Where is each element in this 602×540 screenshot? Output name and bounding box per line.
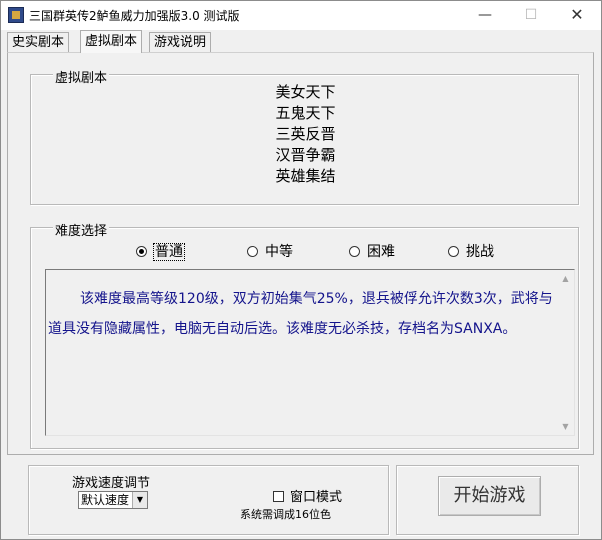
color-depth-hint: 系统需调成16位色 bbox=[240, 508, 331, 521]
scroll-up-arrow-icon[interactable]: ▲ bbox=[557, 270, 574, 287]
scenario-item[interactable]: 三英反晋 bbox=[31, 124, 580, 145]
radio-dot-icon bbox=[136, 246, 147, 257]
app-window: 三国群英传2鲈鱼威力加强版3.0 测试版 — ☐ ✕ 史实剧本 虚拟剧本 游戏说… bbox=[0, 0, 602, 540]
radio-dot-icon bbox=[247, 246, 258, 257]
title-bar: 三国群英传2鲈鱼威力加强版3.0 测试版 — ☐ ✕ bbox=[1, 1, 601, 30]
radio-label: 普通 bbox=[153, 243, 185, 261]
speed-label: 游戏速度调节 bbox=[72, 476, 151, 491]
scenario-item[interactable]: 英雄集结 bbox=[31, 166, 580, 187]
radio-dot-icon bbox=[349, 246, 360, 257]
scenario-item[interactable]: 汉晋争霸 bbox=[31, 145, 580, 166]
radio-label: 挑战 bbox=[466, 244, 494, 260]
speed-select-value: 默认速度 bbox=[81, 493, 130, 507]
tab-panel-virtual: 虚拟剧本 美女天下 五鬼天下 三英反晋 汉晋争霸 英雄集结 难度选择 普通 中等… bbox=[7, 52, 594, 455]
difficulty-hard-radio[interactable]: 困难 bbox=[349, 242, 395, 262]
virtual-scenario-group: 虚拟剧本 美女天下 五鬼天下 三英反晋 汉晋争霸 英雄集结 bbox=[30, 67, 580, 205]
close-button[interactable]: ✕ bbox=[554, 1, 600, 30]
minimize-button[interactable]: — bbox=[462, 1, 508, 30]
chevron-down-icon[interactable]: ▼ bbox=[132, 492, 147, 508]
difficulty-normal-radio[interactable]: 普通 bbox=[136, 242, 185, 262]
window-title: 三国群英传2鲈鱼威力加强版3.0 测试版 bbox=[29, 9, 240, 23]
scenario-item[interactable]: 五鬼天下 bbox=[31, 103, 580, 124]
radio-dot-icon bbox=[448, 246, 459, 257]
start-group: 开始游戏 bbox=[396, 465, 579, 535]
app-icon bbox=[8, 7, 24, 23]
difficulty-options: 普通 中等 困难 挑战 bbox=[31, 242, 580, 262]
start-game-button[interactable]: 开始游戏 bbox=[438, 476, 541, 516]
tab-virtual-scenarios[interactable]: 虚拟剧本 bbox=[80, 30, 143, 53]
scroll-down-arrow-icon[interactable]: ▼ bbox=[557, 418, 574, 435]
window-mode-checkbox[interactable]: 窗口模式 bbox=[273, 486, 342, 505]
speed-select[interactable]: 默认速度 ▼ bbox=[78, 491, 148, 509]
description-scrollbar[interactable]: ▲ ▼ bbox=[557, 270, 574, 435]
difficulty-description: 该难度最高等级120级，双方初始集气25%，退兵被俘允许次数3次，武将与道具没有… bbox=[48, 291, 553, 337]
difficulty-group: 难度选择 普通 中等 困难 挑战 该难度最高等级120级，双方初始集气25%，退… bbox=[30, 220, 580, 449]
scenario-item[interactable]: 美女天下 bbox=[31, 82, 580, 103]
tab-historical-scenarios[interactable]: 史实剧本 bbox=[7, 32, 70, 52]
settings-group: 游戏速度调节 默认速度 ▼ 窗口模式 系统需调成16位色 bbox=[28, 465, 389, 535]
checkbox-icon bbox=[273, 491, 284, 502]
maximize-button[interactable]: ☐ bbox=[508, 1, 554, 30]
difficulty-challenge-radio[interactable]: 挑战 bbox=[448, 242, 494, 262]
radio-label: 困难 bbox=[367, 244, 395, 260]
tab-game-instructions[interactable]: 游戏说明 bbox=[149, 32, 212, 52]
radio-label: 中等 bbox=[265, 244, 293, 260]
difficulty-legend: 难度选择 bbox=[53, 220, 110, 239]
window-mode-label: 窗口模式 bbox=[290, 490, 343, 505]
difficulty-description-box[interactable]: 该难度最高等级120级，双方初始集气25%，退兵被俘允许次数3次，武将与道具没有… bbox=[45, 269, 575, 436]
difficulty-medium-radio[interactable]: 中等 bbox=[247, 242, 293, 262]
scenario-list: 美女天下 五鬼天下 三英反晋 汉晋争霸 英雄集结 bbox=[31, 82, 580, 187]
